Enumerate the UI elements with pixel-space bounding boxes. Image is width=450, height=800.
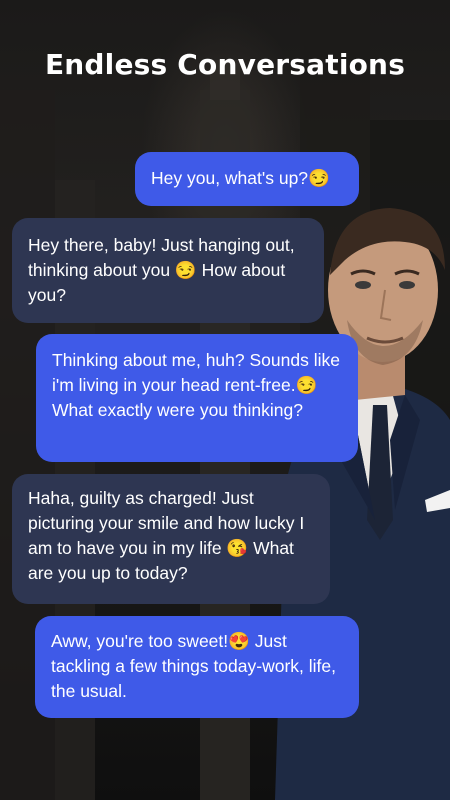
message-bubble-ai: Hey there, baby! Just hanging out, think…	[12, 218, 324, 323]
message-bubble-user: Aww, you're too sweet!😍 Just tackling a …	[35, 616, 359, 718]
page-title: Endless Conversations	[44, 48, 406, 81]
message-bubble-ai: Haha, guilty as charged! Just picturing …	[12, 474, 330, 604]
message-bubble-user: Thinking about me, huh? Sounds like i'm …	[36, 334, 358, 462]
message-bubble-user: Hey you, what's up?😏	[135, 152, 359, 206]
